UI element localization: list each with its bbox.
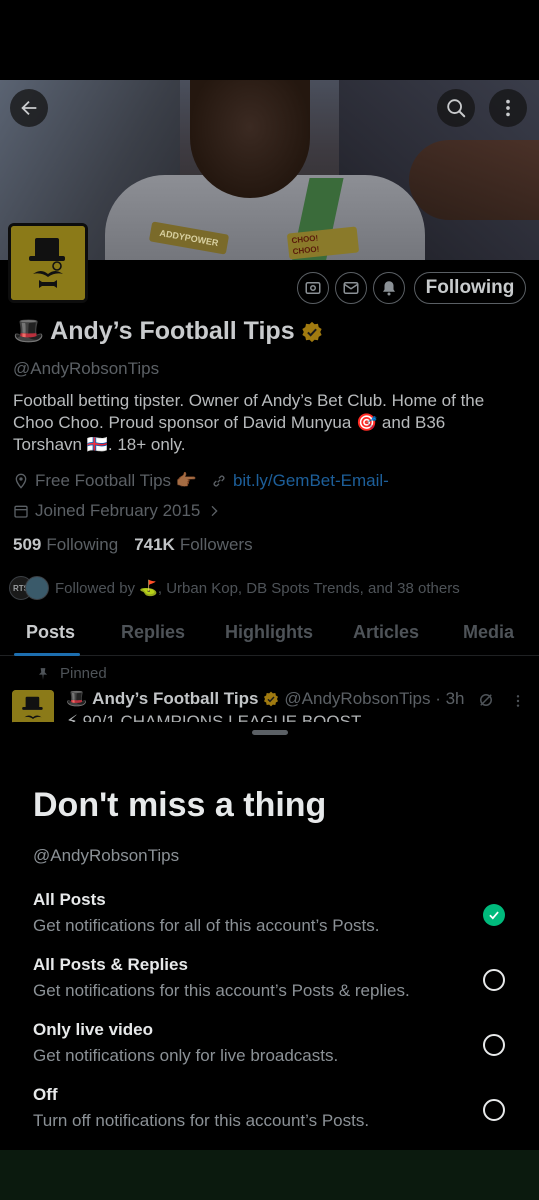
camera-box-icon: [305, 282, 321, 294]
grok-icon[interactable]: [477, 691, 495, 709]
pin-icon: [38, 667, 48, 680]
profile-avatar[interactable]: [8, 223, 88, 303]
chevron-right-icon[interactable]: [206, 503, 222, 519]
banner-arm: [409, 140, 539, 220]
followed-by-text: Followed by ⛳, Urban Kop, DB Spots Trend…: [55, 580, 460, 597]
calendar-icon: [14, 505, 28, 518]
arrow-left-icon: [21, 100, 37, 116]
pinned-label: Pinned: [60, 665, 107, 682]
radio-unselected[interactable]: [483, 1099, 505, 1121]
option-description: Turn off notifications for this account’…: [33, 1111, 370, 1130]
display-name: Andy’s Football Tips: [50, 317, 295, 345]
tab-replies[interactable]: Replies: [121, 622, 185, 643]
tweet-more-icon[interactable]: [510, 692, 526, 710]
option-label: All Posts & Replies: [33, 955, 188, 974]
sheet-drag-handle[interactable]: [252, 730, 288, 735]
follower-avatar: [25, 576, 49, 600]
option-description: Get notifications for all of this accoun…: [33, 916, 380, 935]
following-count: 509: [13, 535, 42, 554]
notification-bottom-sheet: Don't miss a thing @AndyRobsonTips All P…: [0, 722, 539, 1150]
display-name-row: 🎩 Andy’s Football Tips: [13, 317, 533, 346]
bottom-strip: [0, 1150, 539, 1200]
tweet-header: 🎩 Andy’s Football Tips @AndyRobsonTips ·…: [66, 689, 465, 709]
location-pin-icon: [15, 473, 27, 489]
active-tab-indicator: [14, 653, 80, 656]
option-label: All Posts: [33, 890, 106, 909]
location-row: Free Football Tips 👉🏾 bit.ly/GemBet-Emai…: [13, 471, 533, 491]
followed-by-row[interactable]: RTS Followed by ⛳, Urban Kop, DB Spots T…: [9, 576, 529, 600]
followers-count-link[interactable]: 741K Followers: [134, 535, 252, 555]
bell-plus-icon: [383, 281, 395, 296]
tab-highlights[interactable]: Highlights: [225, 622, 313, 643]
option-off[interactable]: Off Turn off notifications for this acco…: [0, 1085, 539, 1147]
radio-selected[interactable]: [483, 904, 505, 926]
profile-bio: Football betting tipster. Owner of Andy’…: [13, 391, 485, 454]
tweet-handle-time: @AndyRobsonTips · 3h: [284, 689, 465, 708]
followers-label: Followers: [179, 535, 253, 554]
option-description: Get notifications for this account’s Pos…: [33, 981, 410, 1000]
radio-unselected[interactable]: [483, 969, 505, 991]
verified-badge-icon: [301, 321, 322, 342]
joined-text: Joined February 2015: [35, 501, 201, 520]
tweet-author[interactable]: Andy’s Football Tips: [92, 689, 258, 709]
option-description: Get notifications only for live broadcas…: [33, 1046, 339, 1065]
more-options-button[interactable]: [489, 89, 527, 127]
verified-badge-icon: [264, 691, 279, 707]
option-label: Off: [33, 1085, 58, 1104]
top-hat-moustache-logo: [11, 226, 85, 300]
tab-articles[interactable]: Articles: [353, 622, 419, 643]
followers-count: 741K: [134, 535, 175, 554]
grok-button[interactable]: [297, 272, 329, 304]
link-icon: [213, 475, 225, 487]
sheet-title: Don't miss a thing: [33, 786, 327, 824]
banner-person-head: [190, 80, 310, 198]
envelope-icon: [343, 282, 359, 294]
radio-unselected[interactable]: [483, 1034, 505, 1056]
more-vertical-icon: [506, 99, 510, 117]
notifications-button[interactable]: [373, 272, 405, 304]
pinned-label-row: Pinned: [36, 665, 107, 682]
top-hat-emoji: 🎩: [13, 317, 45, 345]
joined-row: Joined February 2015: [13, 501, 533, 521]
option-only-live-video[interactable]: Only live video Get notifications only f…: [0, 1020, 539, 1082]
back-button[interactable]: [10, 89, 48, 127]
check-icon: [489, 911, 499, 920]
option-all-posts[interactable]: All Posts Get notifications for all of t…: [0, 890, 539, 952]
tab-media[interactable]: Media: [463, 622, 514, 643]
following-button[interactable]: Following: [414, 272, 526, 304]
website-link[interactable]: bit.ly/GemBet-Email-: [233, 471, 389, 491]
tweet-author-emoji: 🎩: [66, 689, 88, 708]
search-button[interactable]: [437, 89, 475, 127]
option-label: Only live video: [33, 1020, 153, 1039]
sheet-account-handle: @AndyRobsonTips: [33, 846, 180, 865]
message-button[interactable]: [335, 272, 367, 304]
follow-counts: 509 Following 741K Followers: [13, 535, 533, 555]
status-bar: [0, 0, 539, 80]
search-icon: [447, 99, 466, 118]
tab-posts[interactable]: Posts: [26, 622, 75, 643]
following-label: Following: [46, 535, 119, 554]
following-count-link[interactable]: 509 Following: [13, 535, 118, 555]
option-all-posts-replies[interactable]: All Posts & Replies Get notifications fo…: [0, 955, 539, 1017]
location-text: Free Football Tips 👉🏾: [35, 471, 197, 490]
profile-tabs: Posts Replies Highlights Articles Media: [0, 612, 539, 656]
profile-handle: @AndyRobsonTips: [13, 359, 160, 378]
